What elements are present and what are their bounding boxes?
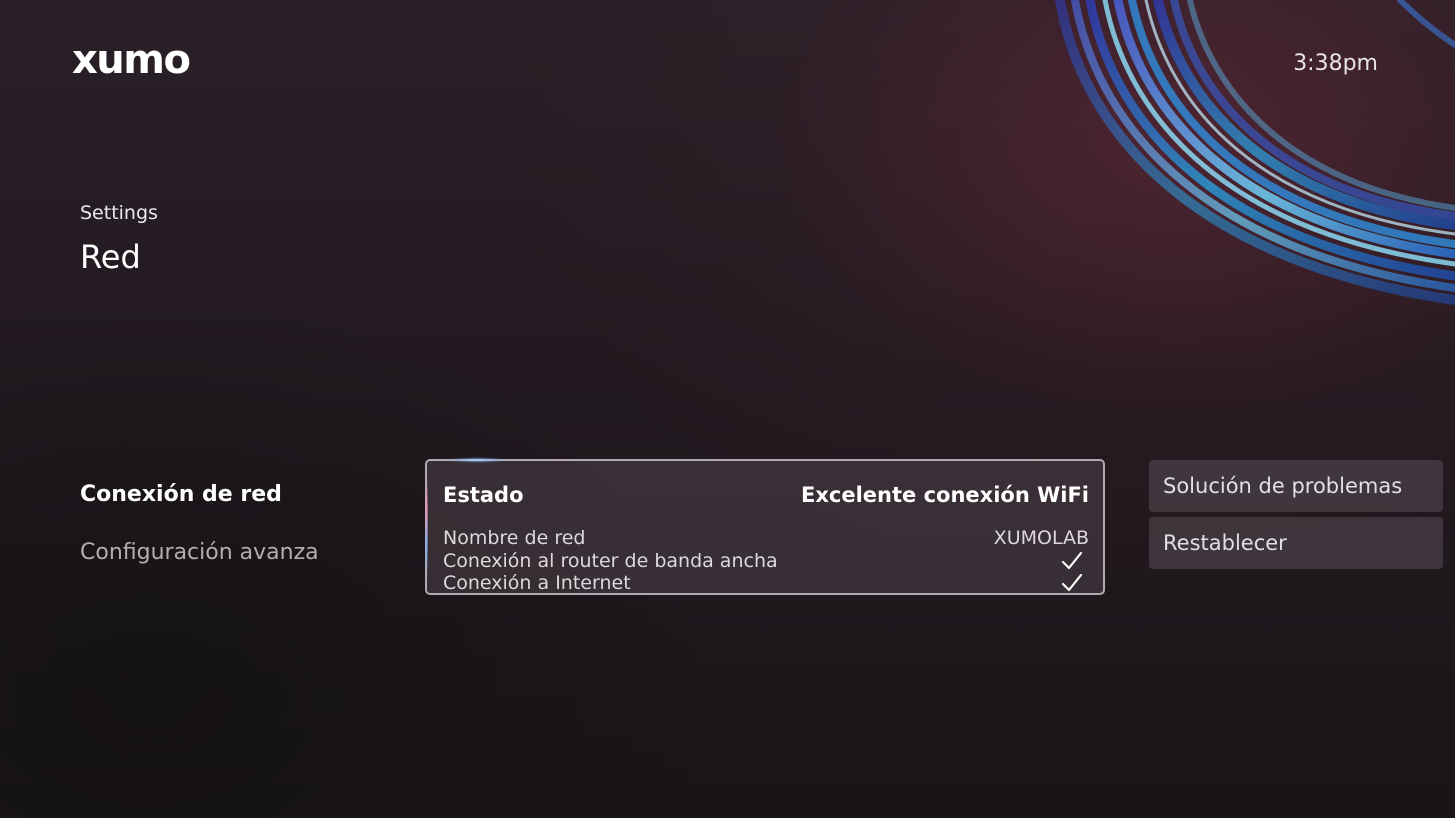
menu-item-advanced-settings[interactable]: Configuración avanza <box>80 540 319 565</box>
internet-connection-label: Conexión a Internet <box>443 572 631 594</box>
clock-time: 3:38pm <box>1293 51 1378 76</box>
check-icon <box>1061 573 1083 592</box>
network-name-row: Nombre de red XUMOLAB <box>443 527 1089 549</box>
status-value: Excelente conexión WiFi <box>801 483 1089 507</box>
status-label: Estado <box>443 483 524 507</box>
network-name-label: Nombre de red <box>443 527 586 549</box>
status-heading-row: Estado Excelente conexión WiFi <box>443 483 1089 507</box>
router-connection-row: Conexión al router de banda ancha <box>443 550 1089 572</box>
troubleshooting-button[interactable]: Solución de problemas <box>1149 460 1443 512</box>
internet-connection-row: Conexión a Internet <box>443 572 1089 594</box>
decorative-swirl-graphic <box>1040 0 1455 370</box>
check-icon <box>1061 551 1083 570</box>
network-status-card[interactable]: Estado Excelente conexión WiFi Nombre de… <box>425 457 1105 595</box>
menu-item-network-connection[interactable]: Conexión de red <box>80 482 282 507</box>
network-name-value: XUMOLAB <box>993 527 1089 549</box>
router-connection-label: Conexión al router de banda ancha <box>443 550 778 572</box>
focus-glow <box>447 457 507 463</box>
breadcrumb: Settings <box>80 202 158 224</box>
focus-edge-highlight <box>425 477 428 577</box>
page-title: Red <box>80 238 141 276</box>
xumo-logo: xumo <box>72 37 191 83</box>
reset-button[interactable]: Restablecer <box>1149 517 1443 569</box>
